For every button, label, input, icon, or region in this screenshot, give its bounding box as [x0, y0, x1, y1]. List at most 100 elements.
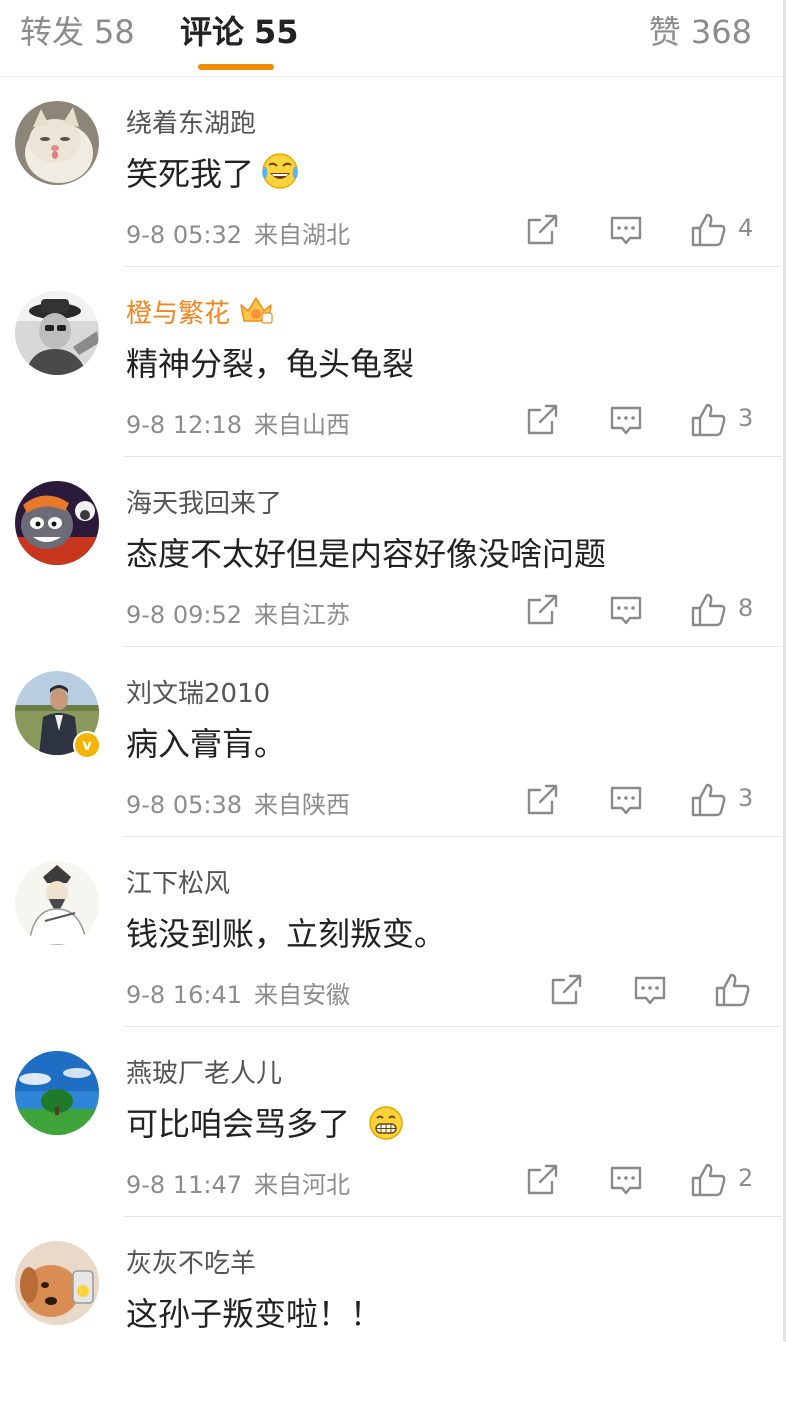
tab-reposts-label: 转发: [20, 13, 85, 51]
comment-author[interactable]: 绕着东湖跑: [126, 103, 256, 140]
grinning-emoji: [369, 1106, 403, 1140]
comment-author[interactable]: 灰灰不吃羊: [126, 1243, 256, 1280]
comment-actions: 4: [524, 212, 784, 248]
comment-item: 灰灰不吃羊 这孙子叛变啦！！: [0, 1217, 782, 1407]
user-avatar[interactable]: [15, 291, 99, 375]
verified-badge: v: [73, 731, 101, 759]
comment-author[interactable]: 海天我回来了: [126, 483, 282, 520]
comment-location: 来自江苏: [254, 601, 350, 629]
like-button[interactable]: 8: [690, 592, 780, 628]
reply-button[interactable]: [608, 592, 644, 628]
comment-actions: 8: [524, 592, 784, 628]
share-button[interactable]: [524, 592, 560, 628]
crown-vip-badge: [240, 297, 273, 324]
tab-likes-count: 368: [690, 13, 752, 51]
comment-location: 来自湖北: [254, 221, 350, 249]
share-icon: [551, 974, 582, 1005]
comment-tabs-bar: 转发 58 评论 55 赞 368: [0, 0, 782, 77]
reply-button[interactable]: [608, 782, 644, 818]
tab-comments[interactable]: 评论 55: [180, 8, 299, 56]
user-avatar[interactable]: [15, 101, 99, 185]
comment-text: 笑死我了: [126, 149, 300, 195]
active-tab-indicator: [198, 64, 274, 70]
like-count: 4: [738, 214, 754, 242]
like-count: 8: [738, 594, 754, 622]
comment-icon: [610, 786, 642, 815]
user-avatar[interactable]: [15, 481, 99, 565]
tab-likes-label: 赞: [648, 13, 681, 51]
comment-item: v 刘文瑞2010 病入膏肓。 9-8 05:38 来自陕西 3: [0, 647, 782, 837]
user-avatar[interactable]: [15, 861, 99, 945]
share-button[interactable]: [524, 1162, 560, 1198]
reply-button[interactable]: [608, 1162, 644, 1198]
share-button[interactable]: [524, 402, 560, 438]
comment-item: 橙与繁花 精神分裂，龟头龟裂 9-8 12:18 来自山西 3: [0, 267, 782, 457]
like-button[interactable]: 4: [690, 212, 780, 248]
like-button[interactable]: 3: [690, 782, 780, 818]
comment-author[interactable]: 刘文瑞2010: [126, 673, 270, 710]
comment-icon: [610, 1166, 642, 1195]
user-avatar[interactable]: [15, 1051, 99, 1135]
tears-of-joy-emoji: [262, 153, 298, 189]
tab-comments-label: 评论: [180, 13, 245, 51]
comment-list: 绕着东湖跑 笑死我了 9-8 05:32 来自湖北 4 橙与繁花 精神分裂，龟头…: [0, 77, 782, 1407]
user-avatar[interactable]: [15, 1241, 99, 1325]
share-icon: [527, 594, 558, 625]
like-count: 3: [738, 404, 754, 432]
old-man-avatar: [15, 291, 99, 375]
comment-meta: 9-8 11:47 来自河北: [126, 1165, 350, 1200]
cartoon-wolf-avatar: [15, 481, 99, 565]
comment-author-name: 橙与繁花: [126, 299, 231, 329]
comment-meta: 9-8 05:32 来自湖北: [126, 215, 350, 250]
comment-item: 燕玻厂老人儿 可比咱会骂多了 9-8 11:47 来自河北 2: [0, 1027, 782, 1217]
cat-avatar: [15, 101, 99, 185]
share-icon: [527, 214, 558, 245]
comment-text: 可比咱会骂多了: [126, 1099, 404, 1145]
comment-actions: 3: [524, 782, 784, 818]
reply-button[interactable]: [608, 212, 644, 248]
share-icon: [527, 404, 558, 435]
comment-meta: 9-8 12:18 来自山西: [126, 405, 350, 440]
comment-icon: [610, 406, 642, 435]
comment-date: 9-8 12:18: [126, 411, 242, 439]
comment-text: 态度不太好但是内容好像没啥问题: [126, 535, 607, 573]
comment-item: 海天我回来了 态度不太好但是内容好像没啥问题 9-8 09:52 来自江苏 8: [0, 457, 782, 647]
comment-text: 病入膏肓。: [126, 725, 287, 763]
reply-button[interactable]: [632, 972, 668, 1008]
thumbs-up-icon: [691, 1163, 726, 1197]
share-icon: [527, 784, 558, 815]
like-button[interactable]: 3: [690, 402, 780, 438]
tab-comments-count: 55: [254, 13, 299, 51]
comment-text-body: 可比咱会骂多了: [126, 1105, 351, 1143]
like-count: 2: [738, 1164, 754, 1192]
comment-actions: 3: [524, 402, 784, 438]
comment-meta: 9-8 16:41 来自安徽: [126, 975, 350, 1010]
tab-likes[interactable]: 赞 368: [649, 8, 752, 56]
comment-location: 来自陕西: [254, 791, 350, 819]
tab-reposts-count: 58: [94, 13, 135, 51]
like-button[interactable]: 2: [690, 1162, 780, 1198]
thumbs-up-icon: [691, 403, 726, 437]
share-icon: [527, 1164, 558, 1195]
like-button[interactable]: [714, 972, 786, 1008]
tab-reposts[interactable]: 转发 58: [20, 8, 135, 56]
comment-author[interactable]: 江下松风: [126, 863, 230, 900]
comment-item: 江下松风 钱没到账，立刻叛变。 9-8 16:41 来自安徽: [0, 837, 782, 1027]
share-button[interactable]: [524, 212, 560, 248]
landscape-avatar: [15, 1051, 99, 1135]
comment-date: 9-8 05:32: [126, 221, 242, 249]
share-button[interactable]: [548, 972, 584, 1008]
comment-actions: 2: [524, 1162, 784, 1198]
thumbs-up-icon: [691, 213, 726, 247]
comment-text-body: 笑死我了: [126, 155, 255, 193]
scholar-drawing-avatar: [15, 861, 99, 945]
reply-button[interactable]: [608, 402, 644, 438]
share-button[interactable]: [524, 782, 560, 818]
comment-author[interactable]: 橙与繁花: [126, 293, 274, 330]
comment-meta: 9-8 09:52 来自江苏: [126, 595, 350, 630]
thumbs-up-icon: [691, 593, 726, 627]
comment-author[interactable]: 燕玻厂老人儿: [126, 1053, 282, 1090]
thumbs-up-icon: [691, 783, 726, 817]
comment-text: 精神分裂，龟头龟裂: [126, 345, 415, 383]
thumbs-up-icon: [715, 973, 750, 1007]
